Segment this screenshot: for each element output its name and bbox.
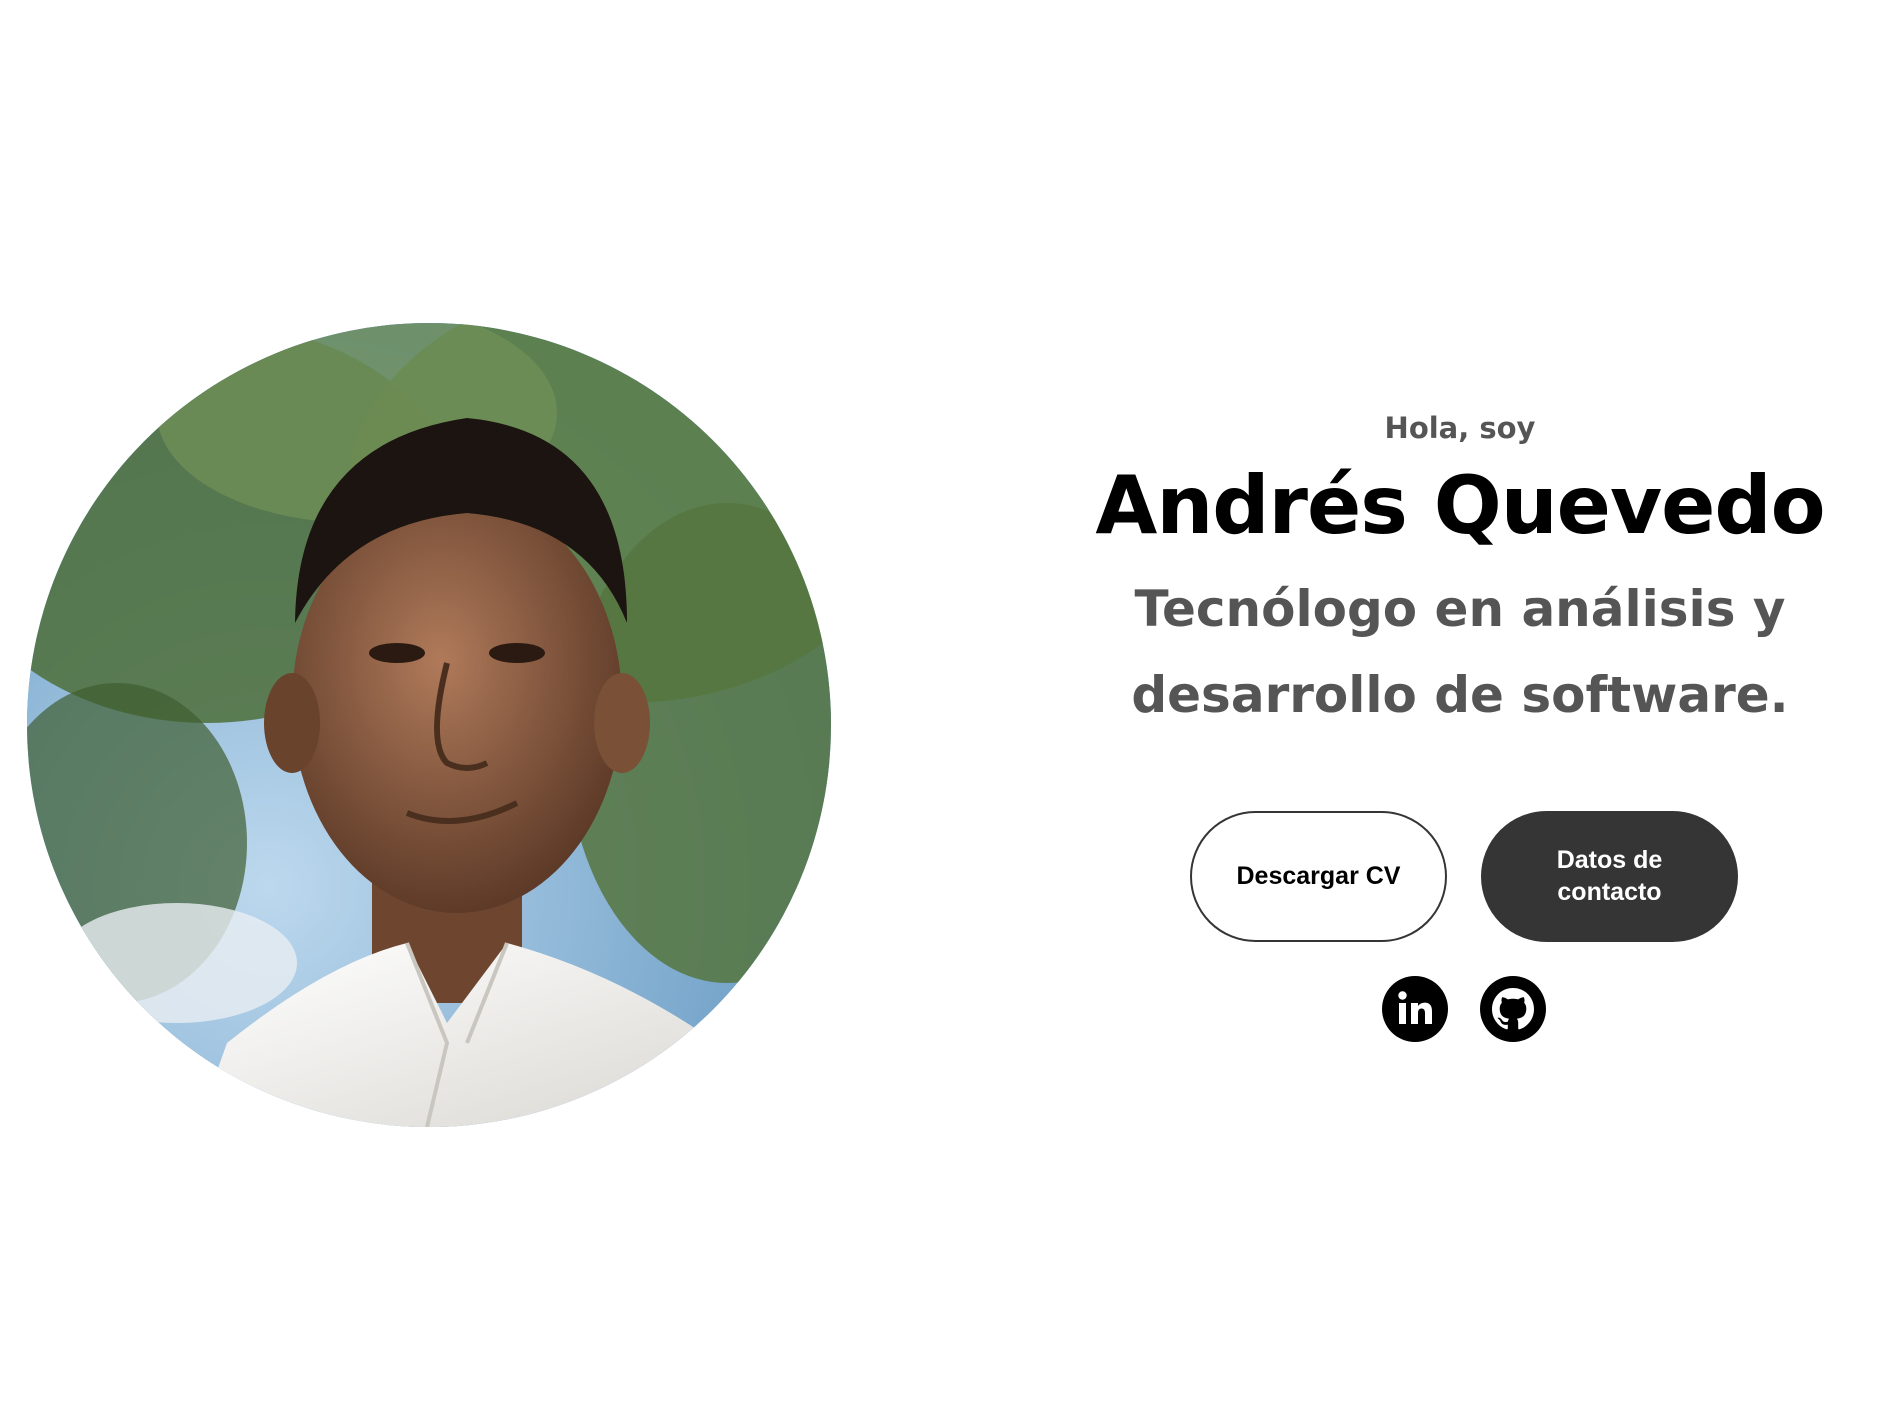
contact-label-line-2: contacto <box>1557 877 1662 906</box>
page-title: Andrés Quevedo <box>1095 458 1825 552</box>
download-cv-button[interactable]: Descargar CV <box>1190 811 1447 942</box>
role-line-2: desarrollo de software. <box>1131 665 1789 724</box>
greeting-text: Hola, soy <box>1384 411 1536 445</box>
contact-info-label: Datos de contacto <box>1557 845 1663 908</box>
github-icon[interactable] <box>1480 976 1546 1042</box>
download-cv-label: Descargar CV <box>1236 861 1401 890</box>
role-line-1: Tecnólogo en análisis y <box>1134 579 1786 638</box>
contact-info-button[interactable]: Datos de contacto <box>1481 811 1738 942</box>
linkedin-icon[interactable] <box>1382 976 1448 1042</box>
intro-section: Hola, soy Andrés Quevedo Tecnólogo en an… <box>1040 410 1880 738</box>
social-links <box>1382 976 1546 1042</box>
role-subtitle: Tecnólogo en análisis y desarrollo de so… <box>1090 566 1830 738</box>
profile-photo <box>27 323 831 1127</box>
contact-label-line-1: Datos de <box>1556 846 1663 875</box>
profile-photo-illustration <box>27 323 831 1127</box>
action-buttons: Descargar CV Datos de contacto <box>1190 811 1738 942</box>
